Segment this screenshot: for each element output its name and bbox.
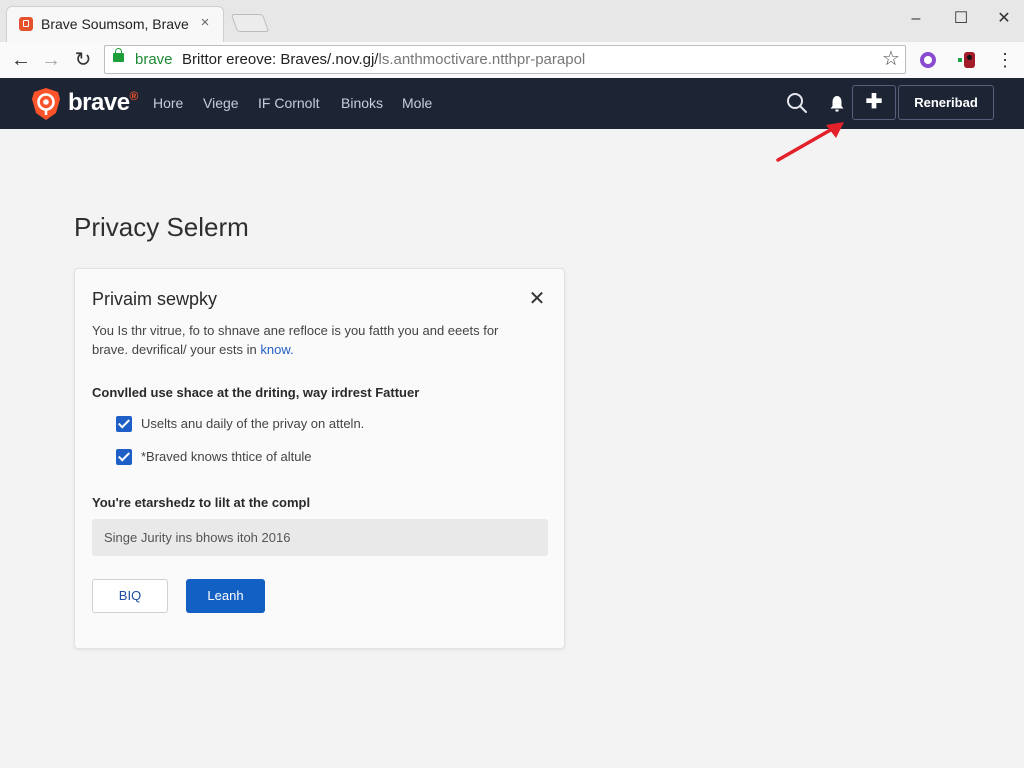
dialog-description: You Is thr vitrue, fo to shnave ane refl…	[92, 321, 532, 359]
minimize-icon[interactable]: –	[902, 6, 930, 32]
secondary-button[interactable]: BIQ	[92, 579, 168, 613]
url-scheme: brave	[135, 51, 173, 68]
red-annotation-arrow-icon	[776, 122, 844, 162]
close-window-icon[interactable]: ✕	[990, 6, 1018, 32]
logo-mark: ®	[129, 89, 139, 103]
know-link[interactable]: know.	[260, 342, 293, 357]
dialog-close-icon[interactable]: ✕	[525, 287, 549, 311]
address-bar[interactable]: brave Brittor ereove: Braves/.nov.gj/ls.…	[104, 45, 906, 74]
url-text: Brittor ereove: Braves/.nov.gj/ls.anthmo…	[182, 51, 585, 68]
dialog-title: Privaim sewpky	[92, 289, 218, 309]
site-navbar: brave® Hore Viege IF Cornolt Binoks Mole…	[0, 78, 1024, 129]
nav-link-viege[interactable]: Viege	[203, 95, 239, 111]
section-heading-info: You're etarshedz to lilt at the compl	[92, 495, 311, 510]
privacy-dialog: Privaim sewpky ✕ You Is thr vitrue, fo t…	[74, 268, 565, 649]
extension-avatar-icon[interactable]	[958, 51, 976, 69]
forward-icon[interactable]: →	[38, 47, 64, 73]
url-path: ls.anthmoctivare.ntthpr-parapol	[378, 51, 586, 68]
nav-link-mole[interactable]: Mole	[402, 95, 432, 111]
brave-lion-logo-icon[interactable]	[30, 87, 62, 121]
browser-toolbar: ← → ↻ brave Brittor ereove: Braves/.nov.…	[0, 42, 1024, 79]
url-host: Brittor ereove: Braves/.nov.gj/	[182, 51, 379, 68]
tab-strip: Brave Soumsom, Brave × – ☐ ✕	[0, 0, 1024, 43]
primary-button[interactable]: Leanh	[186, 579, 265, 613]
info-field: Singe Jurity ins bhows itoh 2016	[92, 519, 548, 556]
browser-menu-icon[interactable]: ⋮	[994, 47, 1016, 73]
browser-tab[interactable]: Brave Soumsom, Brave ×	[6, 6, 224, 42]
reload-icon[interactable]: ↻	[70, 47, 96, 73]
extension-purple-icon[interactable]	[920, 52, 936, 68]
nav-link-binoks[interactable]: Binoks	[341, 95, 383, 111]
search-icon[interactable]	[785, 91, 809, 115]
logo-text: brave	[68, 89, 130, 116]
back-icon[interactable]: ←	[8, 47, 34, 73]
page-title: Privacy Selerm	[74, 212, 249, 242]
nav-link-cornolt[interactable]: IF Cornolt	[258, 95, 319, 111]
bookmark-star-icon[interactable]: ☆	[880, 47, 902, 71]
add-button[interactable]: ✚	[852, 85, 896, 120]
checkbox-checked[interactable]	[116, 449, 132, 465]
brave-favicon-icon	[19, 17, 33, 31]
dialog-description-text: You Is thr vitrue, fo to shnave ane refl…	[92, 323, 499, 357]
maximize-icon[interactable]: ☐	[947, 6, 975, 32]
tab-close-icon[interactable]: ×	[195, 13, 215, 33]
checkbox-label: *Braved knows thtice of altule	[141, 449, 312, 464]
tab-title: Brave Soumsom, Brave	[41, 16, 189, 32]
nav-link-hore[interactable]: Hore	[153, 95, 183, 111]
lock-icon	[113, 48, 124, 62]
checkbox-label: Uselts anu daily of the privay on atteln…	[141, 416, 365, 431]
notification-bell-icon[interactable]	[825, 91, 849, 115]
brave-wordmark[interactable]: brave®	[68, 89, 138, 117]
signup-button[interactable]: Reneribad	[898, 85, 994, 120]
checkbox-checked[interactable]	[116, 416, 132, 432]
new-tab-button[interactable]	[230, 14, 270, 32]
section-heading-consent: Convlled use shace at the driting, way i…	[92, 385, 420, 400]
